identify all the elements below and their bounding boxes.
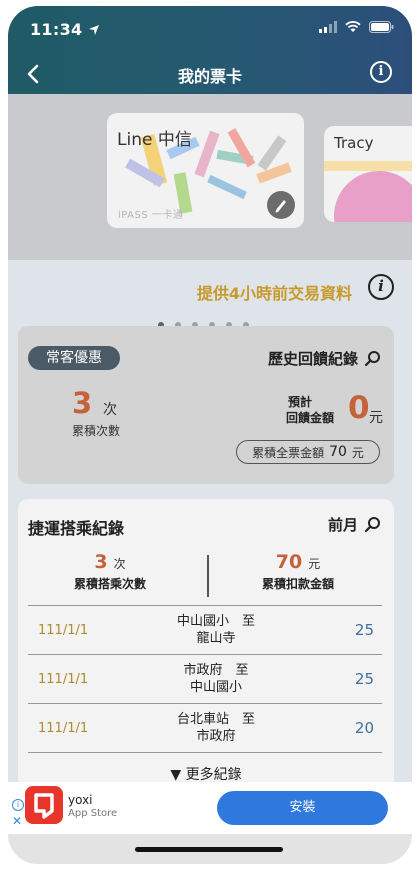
pencil-icon (275, 200, 286, 213)
ride-fare: 25 (354, 621, 374, 639)
card-carousel[interactable]: Line 中信 iPASS 一卡通 Tracy (8, 94, 412, 328)
rides-count-label: 累積搭乘次數 (73, 577, 146, 591)
ride-from: 市政府 至 (183, 663, 249, 678)
estimate-label-line2: 回饋金額 (286, 411, 335, 425)
card-name: Tracy (334, 134, 374, 152)
signal-icon (319, 21, 337, 33)
history-link[interactable]: 歷史回饋紀錄 (268, 348, 382, 369)
info-circle-icon[interactable]: i (368, 274, 394, 300)
total-fare-unit: 元 (351, 445, 364, 460)
ad-store-name: App Store (68, 808, 118, 819)
ride-fare: 20 (354, 719, 374, 737)
table-divider (28, 752, 382, 753)
yoxi-logo (25, 786, 63, 824)
rides-count-value: 3 (94, 551, 108, 573)
ad-info-icon[interactable]: i (12, 799, 24, 811)
home-indicator[interactable] (135, 847, 283, 852)
table-row[interactable]: 111/1/1 市政府 至 中山國小 25 (28, 654, 382, 704)
estimate-value: 0 (348, 390, 370, 426)
ride-route: 台北車站 至 市政府 (138, 711, 294, 745)
ride-date: 111/1/1 (38, 721, 89, 736)
info-button[interactable]: i (370, 61, 392, 83)
prev-month-button[interactable]: 前月 (328, 514, 382, 535)
rides-panel: 捷運搭乘紀錄 前月 3次 累積搭乘次數 70 元 累積扣款金額 111/1/1 中… (18, 499, 394, 799)
status-time-text: 11:34 (30, 20, 83, 39)
card-line-chinatrust[interactable]: Line 中信 iPASS 一卡通 (107, 113, 304, 228)
home-indicator-area (8, 834, 412, 864)
ride-route: 市政府 至 中山國小 (138, 662, 294, 696)
phone-screen: 11:34 我的票卡 i Line 中信 iPASS 一卡通 Tracy 提供4… (8, 6, 412, 864)
ad-banner[interactable]: i ✕ yoxi App Store 安裝 (8, 782, 412, 834)
app-header: 11:34 我的票卡 i (8, 6, 412, 94)
rides-amount-unit: 元 (308, 557, 321, 571)
ride-from: 中山國小 至 (176, 614, 255, 629)
edit-card-button[interactable] (267, 191, 295, 219)
search-icon (364, 350, 380, 366)
rides-amount-value: 70 (275, 551, 303, 573)
estimate-label: 預計 回饋金額 (286, 394, 334, 426)
estimate-unit: 元 (369, 410, 383, 426)
status-icons (319, 21, 394, 33)
more-records-button[interactable]: ▼ 更多紀錄 (18, 764, 394, 784)
rewards-panel: 常客優惠 歷史回饋紀錄 3 次 累積次數 預計 回饋金額 0 元 累積全票金額 … (18, 326, 394, 484)
rides-count-stat: 3次 累積搭乘次數 (20, 551, 200, 592)
ride-fare: 25 (354, 670, 374, 688)
reward-count-label: 累積次數 (72, 424, 121, 438)
total-fare-pill: 累積全票金額 70 元 (236, 440, 380, 464)
estimate-label-line1: 預計 (288, 395, 313, 409)
ride-from: 台北車站 至 (176, 712, 255, 727)
rides-amount-stat: 70 元 累積扣款金額 (208, 551, 388, 592)
ride-to: 龍山寺 (196, 631, 236, 646)
rides-count-unit: 次 (113, 557, 126, 571)
yoxi-logo-mark (34, 793, 54, 819)
search-icon (364, 516, 380, 532)
table-row[interactable]: 111/1/1 中山國小 至 龍山寺 25 (28, 605, 382, 655)
battery-icon (369, 21, 394, 33)
history-link-label: 歷史回饋紀錄 (267, 350, 358, 368)
status-time: 11:34 (30, 20, 100, 39)
prev-month-label: 前月 (327, 516, 358, 534)
ride-route: 中山國小 至 龍山寺 (138, 613, 294, 647)
total-fare-label: 累積全票金額 (252, 445, 325, 460)
notice-text: 提供4小時前交易資料 (196, 284, 352, 303)
info-icon: i (378, 64, 384, 79)
ad-close-icon[interactable]: ✕ (12, 814, 22, 828)
reward-count-value: 3 (72, 386, 93, 420)
rides-title: 捷運搭乘紀錄 (28, 519, 125, 538)
page-title: 我的票卡 (177, 67, 242, 86)
data-notice: 提供4小時前交易資料 i (8, 260, 412, 320)
ride-to: 中山國小 (189, 680, 242, 695)
ride-to: 市政府 (196, 729, 236, 744)
ad-app-name: yoxi (68, 793, 93, 807)
table-row[interactable]: 111/1/1 台北車站 至 市政府 20 (28, 703, 382, 753)
total-fare-value: 70 (329, 444, 347, 460)
rewards-badge: 常客優惠 (28, 346, 120, 370)
location-arrow-icon (89, 25, 100, 35)
wifi-icon (345, 21, 361, 32)
rides-amount-label: 累積扣款金額 (261, 577, 334, 591)
ride-date: 111/1/1 (38, 623, 89, 638)
reward-count-unit: 次 (103, 402, 117, 418)
card-tracy[interactable]: Tracy (324, 126, 412, 222)
ride-date: 111/1/1 (38, 672, 89, 687)
card-brand: iPASS 一卡通 (118, 210, 184, 221)
card-name: Line 中信 (117, 130, 192, 150)
install-button[interactable]: 安裝 (217, 791, 388, 825)
